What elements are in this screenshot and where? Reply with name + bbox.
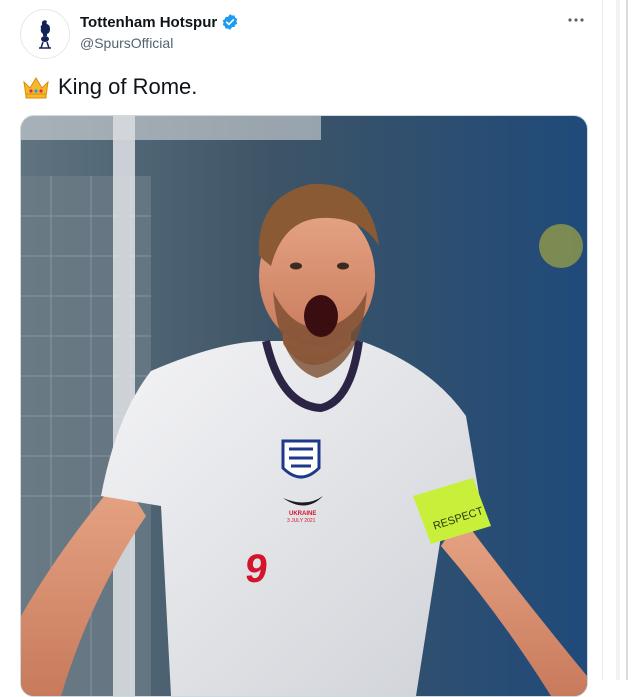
celebrating-player-photo: 9 UKRAINE 3 JULY 2021 RESPECT [21,116,587,696]
shirt-print-line1: UKRAINE [289,511,316,517]
tweet-photo[interactable]: 9 UKRAINE 3 JULY 2021 RESPECT [20,115,588,697]
avatar[interactable] [20,9,70,59]
author-name[interactable]: Tottenham Hotspur [80,14,217,31]
crown-icon [23,77,49,99]
tweet-card: Tottenham Hotspur @SpursOfficial King of… [0,0,603,697]
scrollbar[interactable] [616,0,620,680]
more-options-icon[interactable] [566,10,586,30]
spurs-logo-icon [21,10,69,58]
verified-badge-icon [222,14,238,30]
author-handle[interactable]: @SpursOfficial [80,35,173,51]
shirt-number: 9 [243,547,270,591]
window-edge [626,0,628,680]
shirt-print-line2: 3 JULY 2021 [287,518,316,524]
tweet-text-row: King of Rome. [22,74,197,100]
tweet-text: King of Rome. [58,74,198,99]
